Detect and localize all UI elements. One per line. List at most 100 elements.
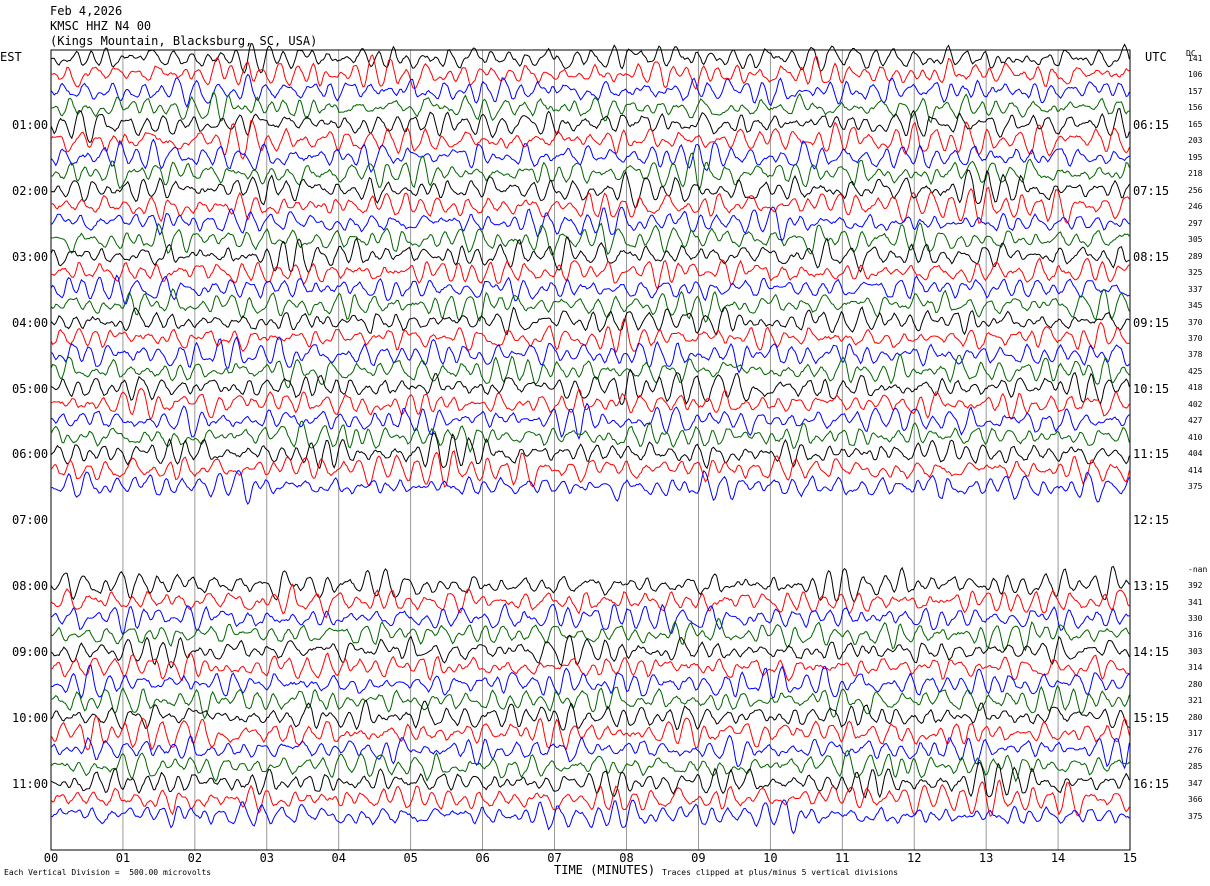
seismic-trace — [50, 388, 1130, 421]
right-hour-label: 08:15 — [1133, 249, 1170, 264]
seismic-trace — [50, 583, 1130, 619]
dc-offset-value: -nan — [1188, 564, 1208, 574]
dc-offset-value: 337 — [1188, 284, 1203, 294]
seismic-trace — [50, 652, 1130, 682]
vertical-division-note: Each Vertical Division = 500.00 microvol… — [4, 868, 212, 877]
x-tick-label: 12 — [907, 851, 921, 865]
dc-offset-value: 314 — [1188, 663, 1203, 673]
dc-offset-value: 285 — [1188, 762, 1203, 772]
dc-offset-value: 427 — [1188, 416, 1203, 426]
seismic-trace — [50, 288, 1130, 323]
dc-offset-value: 305 — [1188, 235, 1203, 245]
dc-offset-value: 370 — [1188, 333, 1203, 343]
x-tick-label: 11 — [835, 851, 849, 865]
seismic-trace — [50, 108, 1130, 143]
seismic-trace — [50, 306, 1130, 336]
dc-offset-value: 256 — [1188, 185, 1203, 195]
left-hour-label: 05:00 — [12, 381, 49, 396]
dc-offset-value: 316 — [1188, 630, 1203, 640]
dc-offset-value: 418 — [1188, 383, 1203, 393]
seismic-trace — [50, 91, 1130, 124]
left-hour-label: 08:00 — [12, 579, 49, 594]
x-axis-title: TIME (MINUTES) — [554, 863, 656, 877]
seismic-trace — [50, 715, 1130, 751]
dc-offset-value: 289 — [1188, 251, 1203, 261]
left-hour-label: 02:00 — [12, 183, 49, 198]
right-hour-label: 13:15 — [1133, 579, 1170, 594]
right-hour-label: 14:15 — [1133, 645, 1170, 660]
dc-offset-value: 410 — [1188, 432, 1203, 442]
dc-offset-value: 404 — [1188, 449, 1203, 459]
dc-offset-value: 156 — [1188, 103, 1203, 113]
left-hour-label: 01:00 — [12, 118, 49, 132]
seismic-trace — [50, 734, 1130, 770]
right-hour-label: 15:15 — [1133, 710, 1170, 725]
clip-note: Traces clipped at plus/minus 5 vertical … — [662, 868, 899, 877]
dc-offset-value: 392 — [1188, 581, 1203, 591]
seismic-trace — [50, 336, 1130, 374]
dc-offset-value: 366 — [1188, 795, 1203, 805]
seismic-trace — [50, 119, 1130, 160]
left-hour-label: 06:00 — [12, 447, 49, 462]
x-tick-label: 13 — [979, 851, 993, 865]
right-hour-label: 07:15 — [1133, 183, 1170, 198]
dc-offset-value: 246 — [1188, 202, 1203, 212]
right-hour-label: 10:15 — [1133, 381, 1170, 396]
dc-offset-value: 280 — [1188, 679, 1203, 689]
seismic-trace — [50, 222, 1130, 256]
dc-offset-value: 106 — [1188, 70, 1203, 80]
dc-offset-value: 414 — [1188, 465, 1203, 475]
dc-offset-value: 425 — [1188, 366, 1203, 376]
dc-offset-value: 375 — [1188, 811, 1203, 821]
dc-offset-value: 280 — [1188, 712, 1203, 722]
dc-offset-value: 297 — [1188, 218, 1203, 228]
right-hour-label: 09:15 — [1133, 315, 1170, 330]
dc-offset-value: 341 — [1188, 597, 1203, 607]
x-tick-label: 10 — [763, 851, 777, 865]
right-hour-label: 11:15 — [1133, 447, 1170, 462]
dc-offset-value: 303 — [1188, 646, 1203, 656]
dc-offset-value: 402 — [1188, 399, 1203, 409]
dc-offset-value: 218 — [1188, 169, 1203, 179]
dc-offset-value: 276 — [1188, 745, 1203, 755]
x-tick-label: 09 — [691, 851, 705, 865]
seismic-trace — [50, 749, 1130, 783]
x-tick-label: 02 — [188, 851, 202, 865]
seismogram-plot: 00 01 02 03 04 05 06 07 08 09 10 11 12 13 14 15 — [44, 42, 1137, 865]
dc-offset-value: 141 — [1188, 54, 1203, 63]
left-hour-label: 09:00 — [12, 645, 49, 660]
seismic-trace — [50, 274, 1130, 305]
x-tick-label: 04 — [332, 851, 346, 865]
seismic-trace — [50, 353, 1130, 389]
dc-offset-value: 330 — [1188, 613, 1203, 623]
right-hour-label: 12:15 — [1133, 513, 1170, 528]
dc-offset-value: 347 — [1188, 778, 1203, 788]
dc-offset-value: 321 — [1188, 696, 1203, 706]
left-hour-label: 07:00 — [12, 513, 49, 528]
right-hour-label: 16:15 — [1133, 776, 1170, 791]
dc-offset-value: 370 — [1188, 317, 1203, 327]
x-tick-label: 03 — [260, 851, 274, 865]
seismic-trace — [50, 799, 1130, 835]
seismic-trace — [50, 73, 1130, 109]
dc-offset-value: 165 — [1188, 119, 1203, 129]
x-tick-label: 14 — [1051, 851, 1065, 865]
seismic-trace — [50, 761, 1130, 799]
x-tick-label: 01 — [116, 851, 130, 865]
dc-offset-value: 378 — [1188, 350, 1203, 360]
dc-offset-value: 375 — [1188, 482, 1203, 492]
left-hour-label: 10:00 — [12, 710, 49, 725]
left-hour-label: 03:00 — [12, 249, 49, 264]
x-tick-label: 06 — [475, 851, 489, 865]
dc-offset-value: 325 — [1188, 268, 1203, 278]
x-tick-label: 00 — [44, 851, 58, 865]
dc-offset-value: 203 — [1188, 136, 1203, 146]
dc-offset-value: 195 — [1188, 152, 1203, 162]
x-tick-label: 05 — [403, 851, 417, 865]
dc-offset-value: 345 — [1188, 301, 1203, 311]
dc-offset-value: 157 — [1188, 86, 1203, 96]
dc-offset-value: 317 — [1188, 729, 1203, 739]
x-tick-label: 15 — [1123, 851, 1137, 865]
seismic-trace — [50, 469, 1130, 505]
left-hour-label: 11:00 — [12, 776, 49, 791]
